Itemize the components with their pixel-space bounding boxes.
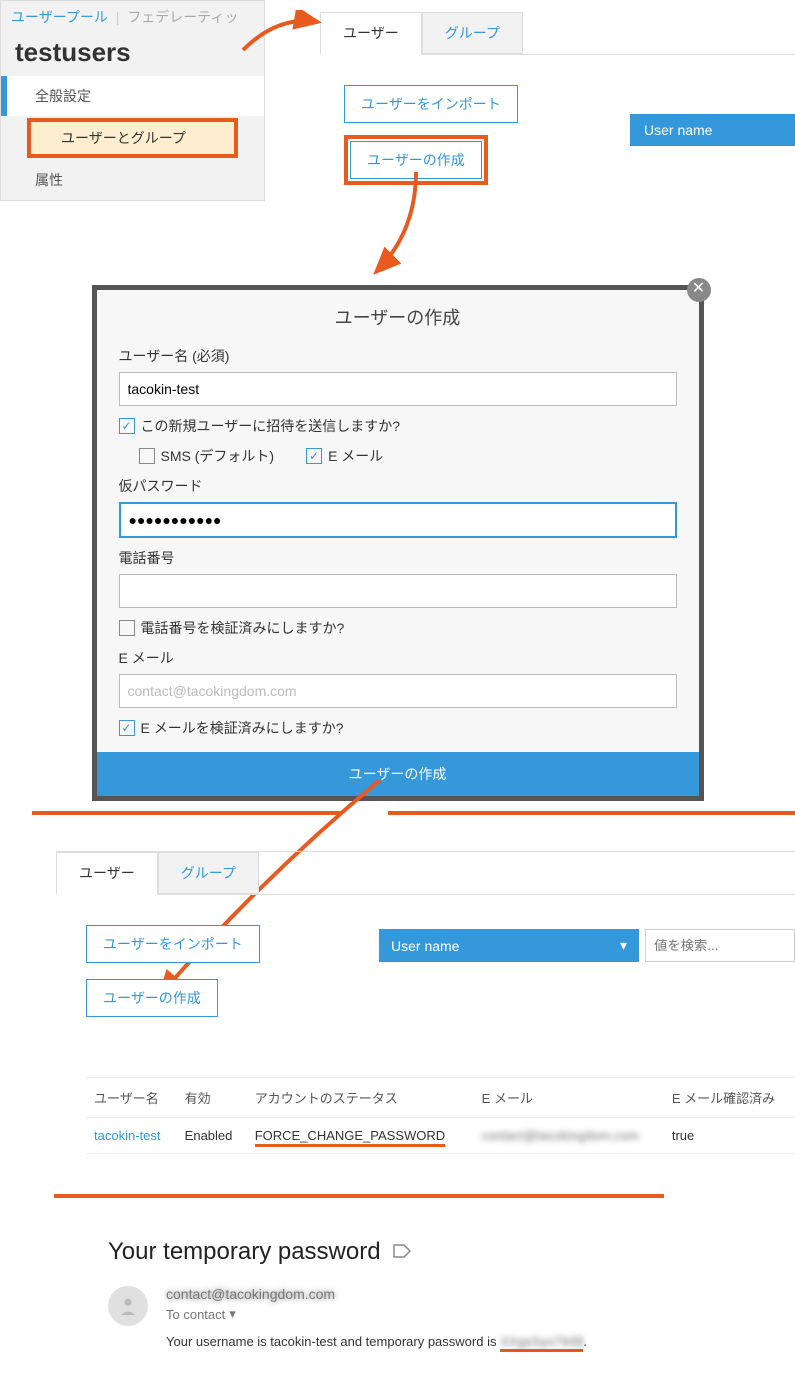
nav-attributes[interactable]: 属性 bbox=[1, 160, 264, 200]
email-subject: Your temporary password bbox=[108, 1238, 381, 1266]
close-icon[interactable]: ✕ bbox=[687, 278, 711, 302]
invite-label: この新規ユーザーに招待を送信しますか? bbox=[141, 416, 401, 436]
chevron-down-icon[interactable]: ▾ bbox=[229, 1306, 236, 1322]
cell-verified: true bbox=[664, 1118, 795, 1154]
email-from: contact@tacokingdom.com bbox=[166, 1286, 587, 1302]
phone-label: 電話番号 bbox=[119, 548, 677, 568]
th-enabled: 有効 bbox=[177, 1078, 247, 1118]
email-body-text: Your username is tacokin-test and tempor… bbox=[166, 1334, 500, 1349]
tab-users[interactable]: ユーザー bbox=[320, 12, 422, 55]
table-row: tacokin-test Enabled FORCE_CHANGE_PASSWO… bbox=[86, 1118, 795, 1154]
chevron-down-icon: ▾ bbox=[620, 937, 627, 954]
th-status: アカウントのステータス bbox=[247, 1078, 474, 1118]
temp-pw-label: 仮パスワード bbox=[119, 476, 677, 496]
tab-users-2[interactable]: ユーザー bbox=[56, 852, 158, 895]
breadcrumb-federated: フェデレーティッ bbox=[127, 9, 238, 25]
email-verify-checkbox[interactable]: ✓ bbox=[119, 720, 135, 736]
import-users-button[interactable]: ユーザーをインポート bbox=[344, 85, 518, 123]
temp-pw-input[interactable] bbox=[119, 502, 677, 538]
sms-checkbox[interactable] bbox=[139, 448, 155, 464]
th-email: E メール bbox=[474, 1078, 664, 1118]
create-user-highlight: ユーザーの作成 bbox=[344, 135, 488, 185]
divider-line bbox=[388, 811, 795, 815]
th-username: ユーザー名 bbox=[86, 1078, 177, 1118]
email-invite-label: E メール bbox=[328, 446, 383, 466]
nav-users-groups[interactable]: ユーザーとグループ bbox=[27, 118, 238, 158]
cell-enabled: Enabled bbox=[177, 1118, 247, 1154]
attribute-select[interactable]: User name ▾ bbox=[379, 929, 639, 962]
email-verify-label: E メールを検証済みにしますか? bbox=[141, 718, 344, 738]
create-user-button[interactable]: ユーザーの作成 bbox=[350, 141, 482, 179]
invite-checkbox[interactable]: ✓ bbox=[119, 418, 135, 434]
phone-verify-label: 電話番号を検証済みにしますか? bbox=[141, 618, 345, 638]
email-input[interactable] bbox=[119, 674, 677, 708]
create-user-button-2[interactable]: ユーザーの作成 bbox=[86, 979, 218, 1017]
label-icon bbox=[393, 1242, 411, 1263]
search-input[interactable] bbox=[645, 929, 795, 962]
email-invite-checkbox[interactable]: ✓ bbox=[306, 448, 322, 464]
temp-password: XXgeSyo794$ bbox=[500, 1334, 583, 1352]
cell-email: contact@tacokingdom.com bbox=[482, 1128, 639, 1143]
email-to: To contact bbox=[166, 1307, 225, 1322]
breadcrumb-user-pool[interactable]: ユーザープール bbox=[11, 9, 108, 25]
divider-line bbox=[32, 811, 342, 815]
divider-line bbox=[54, 1194, 664, 1198]
avatar bbox=[108, 1286, 148, 1326]
username-input[interactable] bbox=[119, 372, 677, 406]
phone-input[interactable] bbox=[119, 574, 677, 608]
th-email-verified: E メール確認済み bbox=[664, 1078, 795, 1118]
cell-status: FORCE_CHANGE_PASSWORD bbox=[255, 1128, 445, 1147]
email-preview: Your temporary password contact@tacoking… bbox=[108, 1238, 795, 1349]
phone-verify-checkbox[interactable] bbox=[119, 620, 135, 636]
arrow-icon bbox=[376, 172, 416, 272]
sms-label: SMS (デフォルト) bbox=[161, 446, 275, 466]
tab-groups[interactable]: グループ bbox=[422, 12, 523, 54]
breadcrumb: ユーザープール | フェデレーティッ bbox=[1, 1, 264, 33]
modal-title: ユーザーの作成 bbox=[105, 304, 691, 330]
sidebar: ユーザープール | フェデレーティッ testusers 全般設定 ユーザーとグ… bbox=[0, 0, 265, 201]
import-users-button-2[interactable]: ユーザーをインポート bbox=[86, 925, 260, 963]
user-link[interactable]: tacokin-test bbox=[94, 1128, 160, 1143]
search-attribute-select[interactable]: User name bbox=[630, 114, 795, 146]
user-table: ユーザー名 有効 アカウントのステータス E メール E メール確認済み tac… bbox=[86, 1077, 795, 1154]
panel2-tabstrip: ユーザー グループ bbox=[56, 852, 795, 895]
pool-name: testusers bbox=[1, 33, 264, 76]
email-field-label: E メール bbox=[119, 648, 677, 668]
create-user-modal: ✕ ユーザーの作成 ユーザー名 (必須) ✓ この新規ユーザーに招待を送信します… bbox=[92, 285, 704, 801]
username-label: ユーザー名 (必須) bbox=[119, 346, 677, 366]
nav-general[interactable]: 全般設定 bbox=[1, 76, 264, 116]
modal-submit-button[interactable]: ユーザーの作成 bbox=[97, 752, 699, 796]
tab-groups-2[interactable]: グループ bbox=[158, 852, 259, 894]
top-tabstrip: ユーザー グループ bbox=[320, 12, 795, 55]
